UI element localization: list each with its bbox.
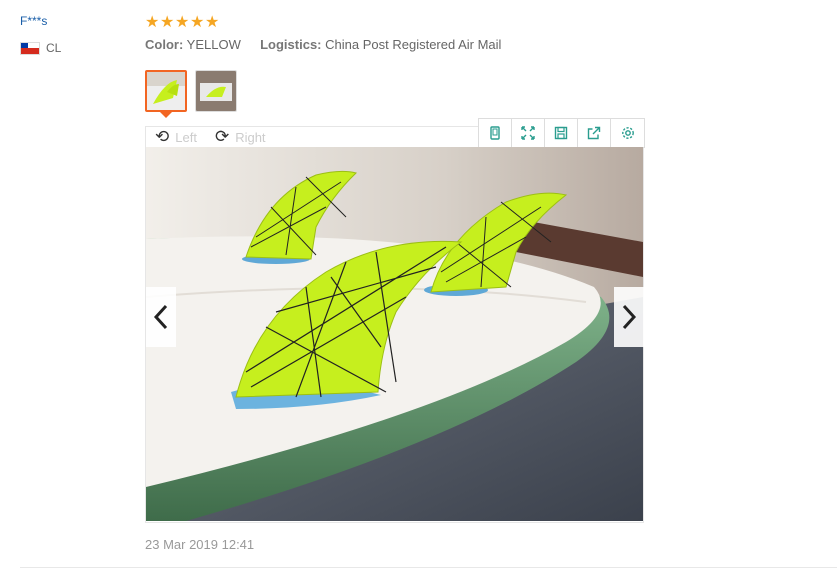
copy-icon[interactable] [479,119,512,147]
settings-icon[interactable] [611,119,644,147]
chevron-right-icon [622,304,637,330]
star-icon: ★ [205,14,220,31]
color-label: Color: [145,37,184,52]
viewer-toolbar [478,118,645,148]
rotate-right-icon[interactable]: ⟳ [215,127,229,147]
logistics-value: China Post Registered Air Mail [325,37,502,52]
country-code: CL [46,41,62,55]
color-value: YELLOW [186,37,241,52]
review-date: 23 Mar 2019 12:41 [145,537,255,552]
rotate-left-button[interactable]: Left [175,130,197,145]
fullscreen-icon[interactable] [512,119,545,147]
rotate-controls: ⟲ Left ⟳ Right [155,127,266,147]
rotate-right-button[interactable]: Right [235,130,265,145]
star-icon: ★ [190,14,205,31]
save-icon[interactable] [545,119,578,147]
star-icon: ★ [160,14,175,31]
chile-flag-icon [20,41,40,55]
star-icon: ★ [175,14,190,31]
share-icon[interactable] [578,119,611,147]
logistics-label: Logistics: [260,37,322,52]
rotate-left-icon[interactable]: ⟲ [155,127,169,147]
review-photo [146,147,643,521]
reviewer-username: F***s [20,14,48,28]
star-icon: ★ [145,14,160,31]
chevron-left-icon [153,304,168,330]
review-thumbnail-1[interactable] [145,70,187,112]
review-thumbnail-2[interactable] [195,70,237,112]
divider [20,567,837,568]
next-image-button[interactable] [614,287,644,347]
reviewer-country: CL [20,41,61,55]
active-thumbnail-pointer [160,112,172,118]
order-info: Color: YELLOW Logistics: China Post Regi… [145,37,501,52]
previous-image-button[interactable] [146,287,176,347]
rating-stars: ★★★★★ [145,12,220,32]
